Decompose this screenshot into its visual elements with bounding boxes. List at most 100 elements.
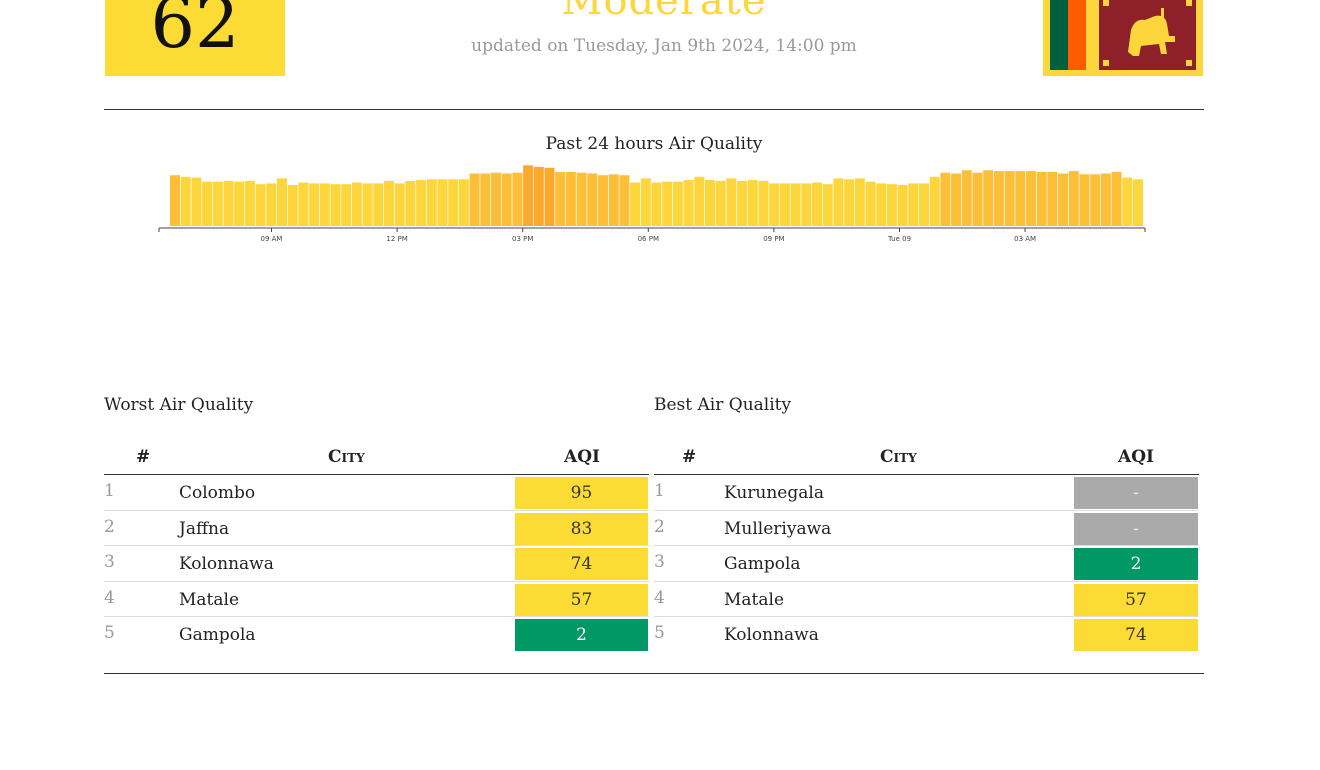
chart-bar <box>191 177 202 226</box>
row-city-link[interactable]: Kolonnawa <box>179 554 274 574</box>
chart-bar <box>1090 174 1101 226</box>
chart-bar <box>437 179 448 226</box>
x-axis-tick-label: 09 AM <box>261 235 283 243</box>
chart-bar <box>491 172 501 226</box>
chart-bar <box>1047 171 1058 226</box>
chart-bar <box>426 179 437 226</box>
chart-bar <box>662 181 673 226</box>
chart-bar <box>523 165 534 226</box>
chart-bar <box>576 172 587 226</box>
row-rank: 4 <box>654 587 665 608</box>
chart-bar <box>1111 171 1122 226</box>
x-axis-tick-label: 03 AM <box>1014 235 1036 243</box>
past-24-hours-aqi-chart: 09 AM 12 PM 03 PM 06 PM 09 PM Tue 09 03 AM <box>158 165 1146 243</box>
row-city-link[interactable]: Kolonnawa <box>724 625 819 645</box>
row-aqi-value: 57 <box>1074 583 1198 616</box>
chart-bar <box>608 174 619 226</box>
chart-bar <box>694 176 705 226</box>
row-city-link[interactable]: Gampola <box>179 625 256 645</box>
chart-bar <box>972 172 983 226</box>
city-header: City <box>328 447 365 467</box>
chart-bar <box>469 173 480 226</box>
row-city-link[interactable]: Colombo <box>179 483 255 503</box>
row-rank: 1 <box>104 481 115 501</box>
x-axis-tick-label: Tue 09 <box>887 235 911 243</box>
chart-bar <box>405 180 416 226</box>
chart-bar <box>630 182 641 226</box>
chart-bar <box>223 180 234 226</box>
top-divider <box>104 109 1204 110</box>
chart-bar <box>1079 174 1090 226</box>
chart-bar <box>651 182 662 226</box>
chart-bar <box>833 178 844 226</box>
row-rank: 3 <box>654 552 665 572</box>
chart-bar <box>255 184 266 226</box>
row-aqi-value: 2 <box>1074 548 1198 580</box>
chart-bar <box>854 178 865 226</box>
chart-bar <box>341 184 352 226</box>
row-city-link[interactable]: Gampola <box>724 554 801 574</box>
chart-bar <box>416 180 427 226</box>
chart-bar <box>1026 171 1036 226</box>
current-aqi-badge: 62 <box>105 0 285 76</box>
chart-bar <box>384 180 394 226</box>
chart-bar <box>373 183 384 226</box>
row-rank: 1 <box>654 481 665 501</box>
rank-header: # <box>682 447 697 467</box>
table-header: # City AQI <box>654 444 1199 475</box>
table-row: 2 Mulleriyawa - <box>654 511 1199 546</box>
x-axis-tick-label: 06 PM <box>638 235 659 243</box>
row-city-link[interactable]: Matale <box>179 590 239 610</box>
chart-bar <box>715 180 726 226</box>
row-aqi-value: - <box>1074 512 1198 545</box>
row-city-link[interactable]: Kurunegala <box>724 483 824 503</box>
table-row: 1 Colombo 95 <box>104 475 649 511</box>
chart-bar <box>598 175 608 226</box>
row-aqi-value: - <box>1074 477 1198 509</box>
row-aqi-value: 57 <box>515 583 648 616</box>
sri-lanka-flag-icon <box>1043 0 1203 76</box>
row-aqi-value: 83 <box>515 512 648 545</box>
row-aqi-value: 74 <box>515 548 648 580</box>
chart-bar <box>1133 179 1143 226</box>
chart-bar <box>1015 171 1026 226</box>
table-row: 3 Kolonnawa 74 <box>104 546 649 582</box>
chart-bar <box>1068 171 1079 226</box>
chart-bar <box>779 183 790 226</box>
row-rank: 5 <box>654 623 665 643</box>
chart-bar <box>919 183 929 226</box>
row-city-link[interactable]: Jaffna <box>179 519 229 539</box>
updated-timestamp: updated on Tuesday, Jan 9th 2024, 14:00 … <box>471 36 857 56</box>
row-city-link[interactable]: Matale <box>724 590 784 610</box>
chart-bar <box>212 181 223 226</box>
chart-bar <box>180 176 191 226</box>
chart-bar <box>330 184 341 226</box>
chart-bar <box>790 183 801 226</box>
chart-bar <box>1100 173 1111 226</box>
chart-bar <box>747 180 758 226</box>
aqi-status-label: Moderate <box>561 0 767 24</box>
row-city-link[interactable]: Mulleriyawa <box>724 519 831 539</box>
chart-bar <box>993 171 1004 226</box>
chart-bar <box>897 185 908 226</box>
chart-bar <box>886 184 897 226</box>
chart-bar <box>448 179 459 226</box>
table-row: 2 Jaffna 83 <box>104 511 649 546</box>
chart-bar <box>929 176 940 226</box>
table-row: 4 Matale 57 <box>104 582 649 617</box>
chart-bar <box>801 183 812 226</box>
row-rank: 2 <box>654 516 665 537</box>
chart-bar <box>683 180 694 226</box>
best-air-quality-title: Best Air Quality <box>654 395 792 415</box>
chart-bar <box>458 179 469 226</box>
table-header: # City AQI <box>104 444 649 475</box>
bottom-divider <box>104 673 1204 674</box>
aqi-header: AQI <box>1118 447 1154 467</box>
chart-bar <box>362 183 373 226</box>
table-row: 5 Gampola 2 <box>104 617 649 653</box>
row-rank: 2 <box>104 516 115 537</box>
table-row: 4 Matale 57 <box>654 582 1199 617</box>
chart-bar <box>394 183 405 226</box>
chart-bar <box>640 178 651 226</box>
chart-bar <box>908 183 919 226</box>
